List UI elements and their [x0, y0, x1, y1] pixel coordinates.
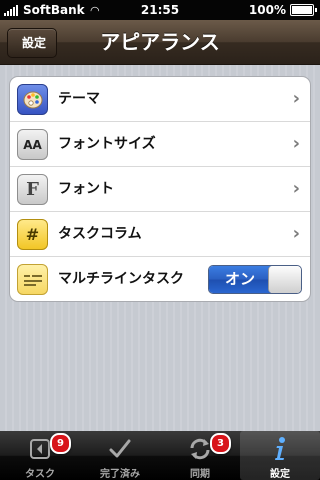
palette-icon — [17, 84, 48, 115]
sync-badge: 3 — [210, 433, 231, 454]
tab-settings[interactable]: 設定 — [240, 431, 320, 480]
battery-icon — [290, 4, 317, 16]
tab-label-sync: 同期 — [190, 469, 210, 480]
navigation-bar: アピアランス 設定 — [0, 20, 320, 65]
setting-row-task-column[interactable]: # タスクコラム › — [10, 212, 310, 257]
setting-row-font[interactable]: F フォント › — [10, 167, 310, 212]
tab-label-completed: 完了済み — [100, 469, 140, 480]
status-right: 100% — [248, 3, 317, 17]
setting-row-multiline-task: マルチラインタスク オン — [10, 257, 310, 301]
font-size-icon: AA — [17, 129, 48, 160]
status-bar: SoftBank ◠ 21:55 100% — [0, 0, 320, 20]
toggle-knob[interactable] — [268, 266, 301, 293]
chevron-right-icon: › — [292, 88, 300, 109]
multiline-task-toggle[interactable]: オン — [208, 265, 302, 294]
chevron-right-icon: › — [292, 133, 300, 154]
chevron-right-icon: › — [292, 178, 300, 199]
tab-label-tasks: タスク — [25, 469, 55, 480]
setting-label-task-column: タスクコラム — [58, 226, 142, 242]
multiline-icon — [17, 264, 48, 295]
battery-percent: 100% — [248, 3, 286, 17]
setting-label-font-size: フォントサイズ — [58, 136, 156, 152]
font-icon: F — [17, 174, 48, 205]
tab-bar: 9 タスク 完了済み 3 同期 設定 — [0, 431, 320, 480]
toggle-on-label: オン — [209, 266, 271, 293]
info-icon — [267, 436, 293, 462]
appearance-settings-group: テーマ › AA フォントサイズ › F フォント › # タスクコラム › マ… — [9, 76, 311, 302]
setting-row-theme[interactable]: テーマ › — [10, 77, 310, 122]
setting-label-multiline-task: マルチラインタスク — [58, 271, 184, 287]
column-hash-icon: # — [17, 219, 48, 250]
tab-label-settings: 設定 — [270, 469, 290, 480]
setting-row-font-size[interactable]: AA フォントサイズ › — [10, 122, 310, 167]
checkmark-icon — [107, 436, 133, 462]
chevron-right-icon: › — [292, 223, 300, 244]
setting-label-font: フォント — [58, 181, 114, 197]
tab-tasks[interactable]: 9 タスク — [0, 431, 80, 480]
setting-label-theme: テーマ — [58, 91, 100, 107]
settings-content: テーマ › AA フォントサイズ › F フォント › # タスクコラム › マ… — [0, 65, 320, 431]
tab-completed[interactable]: 完了済み — [80, 431, 160, 480]
back-button[interactable]: 設定 — [7, 28, 58, 58]
tab-sync[interactable]: 3 同期 — [160, 431, 240, 480]
tasks-badge: 9 — [50, 433, 71, 454]
